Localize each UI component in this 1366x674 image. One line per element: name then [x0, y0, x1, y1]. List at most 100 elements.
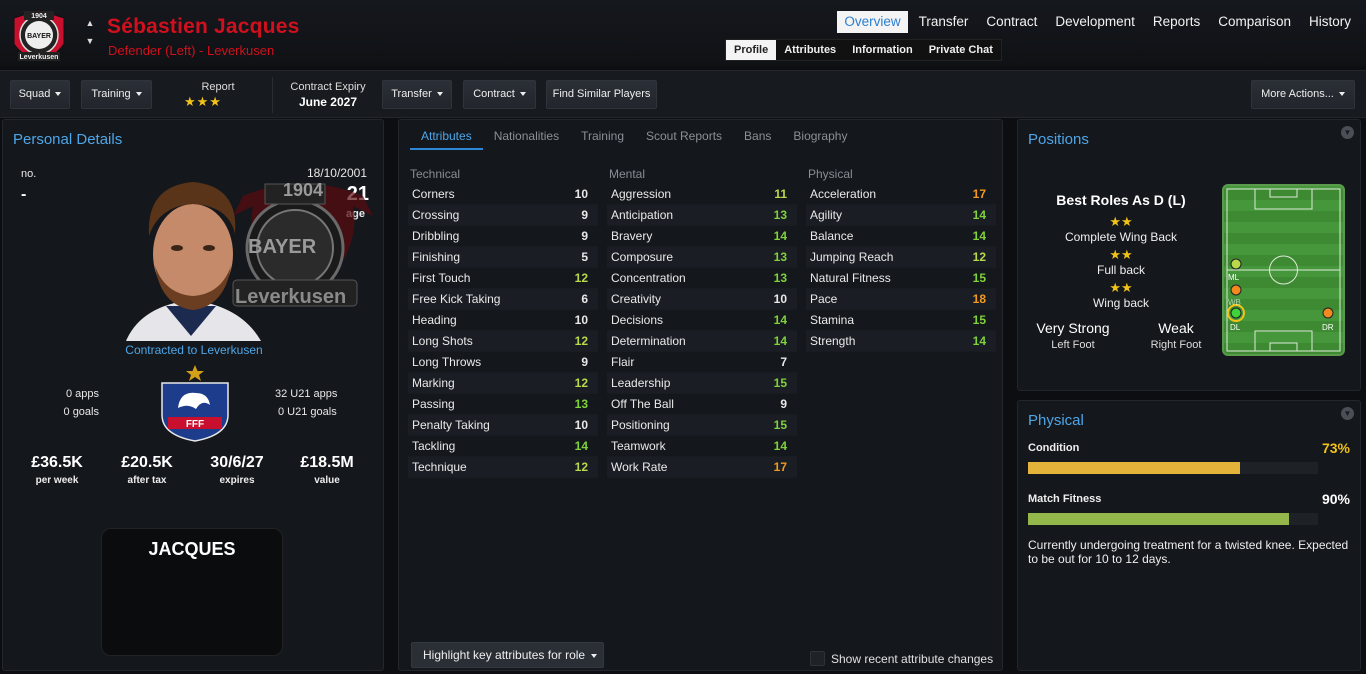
- transfer-button[interactable]: Transfer: [382, 80, 452, 109]
- attribute-row-jumping-reach[interactable]: Jumping Reach 12: [806, 247, 996, 268]
- attribute-row-teamwork[interactable]: Teamwork 14: [607, 436, 797, 457]
- attribute-row-pace[interactable]: Pace 18: [806, 289, 996, 310]
- injury-note: Currently undergoing treatment for a twi…: [1028, 538, 1349, 566]
- position-ml-label: ML: [1228, 273, 1240, 282]
- tab-scout-reports[interactable]: Scout Reports: [635, 126, 733, 150]
- chevron-down-icon: [591, 653, 598, 658]
- collapse-icon[interactable]: ▼: [1341, 407, 1354, 420]
- attribute-value: 15: [773, 376, 787, 390]
- watermark-year: 1904: [283, 180, 324, 200]
- attribute-row-corners[interactable]: Corners 10: [408, 184, 598, 205]
- attribute-row-technique[interactable]: Technique 12: [408, 457, 598, 478]
- training-label: Training: [91, 88, 131, 100]
- action-toolbar: Squad Training Report ★★★ Contract Expir…: [0, 70, 1366, 118]
- sub-nav: Profile Attributes Information Private C…: [725, 39, 1002, 61]
- attribute-row-leadership[interactable]: Leadership 15: [607, 373, 797, 394]
- position-wb-marker: [1230, 284, 1242, 296]
- attribute-row-flair[interactable]: Flair 7: [607, 352, 797, 373]
- tab-biography[interactable]: Biography: [782, 126, 858, 150]
- show-recent-changes-checkbox[interactable]: [810, 651, 825, 666]
- attribute-row-marking[interactable]: Marking 12: [408, 373, 598, 394]
- attribute-value: 14: [773, 439, 787, 453]
- match-fitness-bar: [1028, 513, 1318, 525]
- find-similar-players-button[interactable]: Find Similar Players: [546, 80, 657, 109]
- squad-button[interactable]: Squad: [10, 80, 70, 109]
- attribute-row-balance[interactable]: Balance 14: [806, 226, 996, 247]
- attribute-name: Strength: [810, 334, 856, 348]
- wage-label: per week: [35, 475, 79, 486]
- value-label: value: [314, 475, 340, 486]
- contract-expiry-value: June 2027: [298, 95, 358, 109]
- attribute-row-decisions[interactable]: Decisions 14: [607, 310, 797, 331]
- attribute-row-positioning[interactable]: Positioning 15: [607, 415, 797, 436]
- attribute-row-long-throws[interactable]: Long Throws 9: [408, 352, 598, 373]
- attribute-row-natural-fitness[interactable]: Natural Fitness 15: [806, 268, 996, 289]
- attribute-row-composure[interactable]: Composure 13: [607, 247, 797, 268]
- tab-overview[interactable]: Overview: [837, 11, 908, 33]
- attribute-row-finishing[interactable]: Finishing 5: [408, 247, 598, 268]
- subtab-private-chat[interactable]: Private Chat: [921, 40, 1001, 60]
- more-actions-button[interactable]: More Actions...: [1251, 80, 1355, 109]
- contracted-to-link[interactable]: Contracted to Leverkusen: [3, 343, 385, 357]
- attribute-row-passing[interactable]: Passing 13: [408, 394, 598, 415]
- contract-button[interactable]: Contract: [463, 80, 536, 109]
- tab-contract[interactable]: Contract: [979, 11, 1044, 33]
- tab-transfer[interactable]: Transfer: [912, 11, 976, 33]
- highlight-label: Highlight key attributes for role: [423, 648, 586, 662]
- attribute-value: 14: [972, 229, 986, 243]
- attribute-value: 15: [972, 313, 986, 327]
- expires-label: expires: [219, 475, 255, 486]
- attribute-row-dribbling[interactable]: Dribbling 9: [408, 226, 598, 247]
- tab-reports[interactable]: Reports: [1146, 11, 1207, 33]
- right-foot-value: Weak: [1158, 320, 1194, 336]
- technical-heading: Technical: [410, 167, 461, 181]
- attribute-value: 15: [773, 418, 787, 432]
- show-recent-changes-label[interactable]: Show recent attribute changes: [831, 652, 993, 666]
- tab-development[interactable]: Development: [1048, 11, 1142, 33]
- chevron-down-icon: [1338, 92, 1345, 97]
- attribute-row-concentration[interactable]: Concentration 13: [607, 268, 797, 289]
- next-player-icon[interactable]: ▼: [84, 32, 96, 50]
- tab-nationalities[interactable]: Nationalities: [483, 126, 570, 150]
- attribute-row-off-the-ball[interactable]: Off The Ball 9: [607, 394, 797, 415]
- attribute-row-bravery[interactable]: Bravery 14: [607, 226, 797, 247]
- subtab-attributes[interactable]: Attributes: [776, 40, 844, 60]
- attribute-row-crossing[interactable]: Crossing 9: [408, 205, 598, 226]
- position-ml-marker: [1230, 258, 1242, 270]
- wage-after-tax: £20.5K after tax: [107, 454, 187, 486]
- attribute-tabs: Attributes Nationalities Training Scout …: [410, 126, 858, 152]
- subtab-profile[interactable]: Profile: [726, 40, 777, 60]
- attribute-row-anticipation[interactable]: Anticipation 13: [607, 205, 797, 226]
- highlight-key-attributes-button[interactable]: Highlight key attributes for role: [411, 642, 604, 668]
- attribute-row-first-touch[interactable]: First Touch 12: [408, 268, 598, 289]
- attribute-row-strength[interactable]: Strength 14: [806, 331, 996, 352]
- tab-attributes[interactable]: Attributes: [410, 126, 483, 150]
- attribute-value: 10: [574, 418, 588, 432]
- subtab-information[interactable]: Information: [844, 40, 921, 60]
- attribute-row-penalty-taking[interactable]: Penalty Taking 10: [408, 415, 598, 436]
- attribute-row-aggression[interactable]: Aggression 11: [607, 184, 797, 205]
- attribute-row-stamina[interactable]: Stamina 15: [806, 310, 996, 331]
- attribute-row-work-rate[interactable]: Work Rate 17: [607, 457, 797, 478]
- previous-player-icon[interactable]: ▲: [84, 14, 96, 32]
- position-dl-marker: [1230, 307, 1242, 319]
- tab-training[interactable]: Training: [570, 126, 635, 150]
- tab-history[interactable]: History: [1302, 11, 1358, 33]
- attribute-name: Crossing: [412, 208, 460, 222]
- collapse-icon[interactable]: ▼: [1341, 126, 1354, 139]
- attribute-row-heading[interactable]: Heading 10: [408, 310, 598, 331]
- attribute-row-tackling[interactable]: Tackling 14: [408, 436, 598, 457]
- attribute-name: Long Shots: [412, 334, 473, 348]
- attribute-row-long-shots[interactable]: Long Shots 12: [408, 331, 598, 352]
- position-dr-marker: [1322, 307, 1334, 319]
- attribute-value: 6: [581, 292, 588, 306]
- attribute-row-creativity[interactable]: Creativity 10: [607, 289, 797, 310]
- attribute-row-acceleration[interactable]: Acceleration 17: [806, 184, 996, 205]
- shirt-name-card: JACQUES: [101, 528, 283, 656]
- attribute-row-agility[interactable]: Agility 14: [806, 205, 996, 226]
- tab-bans[interactable]: Bans: [733, 126, 782, 150]
- attribute-row-free-kick-taking[interactable]: Free Kick Taking 6: [408, 289, 598, 310]
- tab-comparison[interactable]: Comparison: [1211, 11, 1298, 33]
- training-button[interactable]: Training: [81, 80, 152, 109]
- attribute-row-determination[interactable]: Determination 14: [607, 331, 797, 352]
